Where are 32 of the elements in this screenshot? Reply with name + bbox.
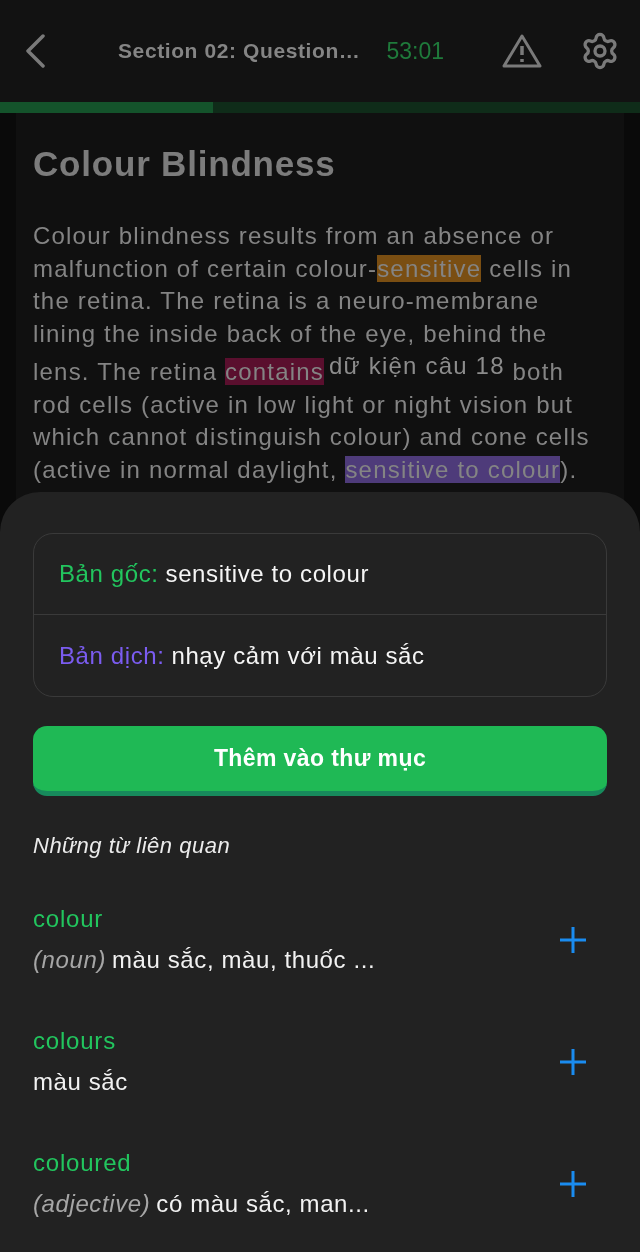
back-button[interactable]	[24, 34, 46, 68]
translation-label: Bản dịch:	[59, 640, 165, 671]
section-title: Section 02: Question…	[118, 38, 361, 65]
add-to-folder-button[interactable]: Thêm vào thư mục	[33, 726, 607, 796]
related-heading: Những từ liên quan	[33, 832, 232, 860]
highlighted-phrase[interactable]: sensitive	[377, 254, 482, 282]
add-word-button[interactable]	[560, 1170, 586, 1197]
add-word-button[interactable]	[560, 1048, 586, 1075]
back-icon	[24, 34, 46, 68]
report-button[interactable]	[502, 34, 542, 68]
meaning-text: màu sắc	[33, 1067, 128, 1097]
add-word-button[interactable]	[560, 926, 586, 953]
related-word[interactable]: colours	[33, 1024, 116, 1058]
original-text: sensitive to colour	[165, 559, 370, 589]
meaning-text: màu sắc, màu, thuốc ...	[112, 945, 376, 975]
plus-icon	[560, 1048, 586, 1075]
annotation-note: dữ kiện câu 18	[329, 352, 505, 379]
timer-text: 53:01	[386, 36, 445, 66]
highlighted-phrase[interactable]: contains	[225, 358, 325, 385]
translation-text: nhạy cảm với màu sắc	[171, 640, 425, 671]
settings-button[interactable]	[580, 31, 620, 71]
part-of-speech: (adjective)	[33, 1189, 151, 1219]
plus-icon	[560, 926, 586, 953]
settings-icon	[580, 31, 620, 71]
warning-icon	[502, 34, 542, 68]
related-word[interactable]: colour	[33, 902, 104, 936]
related-word[interactable]: coloured	[33, 1146, 132, 1180]
meaning-text: có màu sắc, man...	[156, 1189, 370, 1219]
original-label: Bản gốc:	[59, 559, 159, 589]
part-of-speech: (noun)	[33, 945, 106, 975]
plus-icon	[560, 1170, 586, 1197]
passage-title: Colour Blindness	[33, 143, 337, 185]
